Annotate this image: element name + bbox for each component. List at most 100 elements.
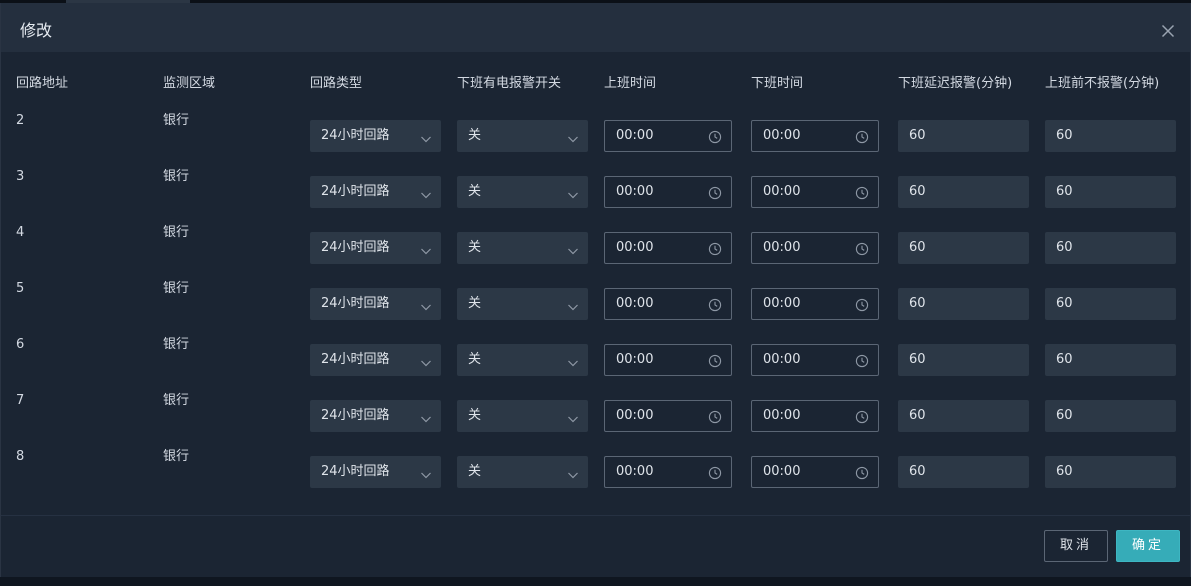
alarm-switch-select[interactable]: 关 (457, 288, 588, 320)
work-end-time-input[interactable]: 00:00 (751, 288, 879, 320)
clock-icon (855, 297, 869, 312)
work-end-time-input[interactable]: 00:00 (751, 120, 879, 152)
monitor-area: 银行 (163, 281, 190, 296)
work-start-time-input[interactable]: 00:00 (604, 456, 732, 488)
confirm-button[interactable]: 确定 (1116, 530, 1180, 562)
work-start-time-input[interactable]: 00:00 (604, 344, 732, 376)
work-start-time-value: 00:00 (616, 296, 654, 311)
loop-type-select[interactable]: 24小时回路 (310, 344, 441, 376)
work-start-time-input[interactable]: 00:00 (604, 120, 732, 152)
no-alarm-before-value: 60 (1056, 128, 1073, 143)
no-alarm-before-input[interactable]: 60 (1045, 456, 1176, 488)
no-alarm-before-input[interactable]: 60 (1045, 344, 1176, 376)
work-end-time-input[interactable]: 00:00 (751, 400, 879, 432)
loop-type-select[interactable]: 24小时回路 (310, 400, 441, 432)
loop-address: 5 (16, 281, 25, 296)
work-end-time-value: 00:00 (763, 408, 801, 423)
table-row: 4 银行 24小时回路 关 00:00 00:00 60 60 (1, 223, 1190, 264)
clock-icon (855, 409, 869, 424)
loop-type-value: 24小时回路 (321, 408, 390, 423)
no-alarm-before-value: 60 (1056, 408, 1073, 423)
alarm-switch-select[interactable]: 关 (457, 120, 588, 152)
no-alarm-before-input[interactable]: 60 (1045, 288, 1176, 320)
work-end-time-input[interactable]: 00:00 (751, 232, 879, 264)
delay-alarm-input[interactable]: 60 (898, 456, 1029, 488)
delay-alarm-input[interactable]: 60 (898, 344, 1029, 376)
work-start-time-input[interactable]: 00:00 (604, 288, 732, 320)
alarm-switch-select[interactable]: 关 (457, 344, 588, 376)
monitor-area: 银行 (163, 169, 190, 184)
loop-type-value: 24小时回路 (321, 464, 390, 479)
no-alarm-before-input[interactable]: 60 (1045, 176, 1176, 208)
alarm-switch-select[interactable]: 关 (457, 232, 588, 264)
loop-type-select[interactable]: 24小时回路 (310, 176, 441, 208)
clock-icon (855, 185, 869, 200)
table-row: 7 银行 24小时回路 关 00:00 00:00 60 60 (1, 391, 1190, 432)
delay-alarm-input[interactable]: 60 (898, 232, 1029, 264)
chevron-down-icon (567, 242, 579, 255)
chevron-down-icon (420, 354, 432, 367)
no-alarm-before-value: 60 (1056, 352, 1073, 367)
work-end-time-value: 00:00 (763, 128, 801, 143)
close-button[interactable] (1156, 19, 1180, 43)
chevron-down-icon (567, 410, 579, 423)
alarm-switch-value: 关 (468, 128, 482, 143)
work-start-time-value: 00:00 (616, 184, 654, 199)
loop-type-select[interactable]: 24小时回路 (310, 232, 441, 264)
work-end-time-input[interactable]: 00:00 (751, 456, 879, 488)
monitor-area: 银行 (163, 449, 190, 464)
cancel-button[interactable]: 取消 (1044, 530, 1108, 562)
loop-type-value: 24小时回路 (321, 296, 390, 311)
work-end-time-value: 00:00 (763, 296, 801, 311)
work-end-time-value: 00:00 (763, 240, 801, 255)
alarm-switch-select[interactable]: 关 (457, 400, 588, 432)
column-header-address: 回路地址 (16, 76, 69, 91)
column-header-work-end: 下班时间 (751, 76, 804, 91)
no-alarm-before-input[interactable]: 60 (1045, 232, 1176, 264)
work-start-time-input[interactable]: 00:00 (604, 400, 732, 432)
alarm-switch-value: 关 (468, 184, 482, 199)
chevron-down-icon (420, 130, 432, 143)
work-start-time-input[interactable]: 00:00 (604, 232, 732, 264)
alarm-switch-select[interactable]: 关 (457, 456, 588, 488)
no-alarm-before-input[interactable]: 60 (1045, 120, 1176, 152)
no-alarm-before-value: 60 (1056, 184, 1073, 199)
work-end-time-value: 00:00 (763, 184, 801, 199)
loop-address: 2 (16, 113, 25, 128)
chevron-down-icon (420, 186, 432, 199)
clock-icon (708, 185, 722, 200)
alarm-switch-value: 关 (468, 296, 482, 311)
dialog-title: 修改 (20, 21, 53, 40)
loop-type-select[interactable]: 24小时回路 (310, 288, 441, 320)
monitor-area: 银行 (163, 337, 190, 352)
alarm-switch-select[interactable]: 关 (457, 176, 588, 208)
chevron-down-icon (420, 410, 432, 423)
monitor-area: 银行 (163, 113, 190, 128)
delay-alarm-value: 60 (909, 464, 926, 479)
column-header-delay-alarm: 下班延迟报警(分钟) (898, 76, 1013, 91)
loop-type-select[interactable]: 24小时回路 (310, 456, 441, 488)
clock-icon (708, 353, 722, 368)
edit-dialog: 修改 回路地址 监测区域 回路类型 下班有电报警开关 上班时间 下班时间 下班延迟报警(分钟… (0, 3, 1191, 577)
work-start-time-value: 00:00 (616, 408, 654, 423)
work-start-time-value: 00:00 (616, 240, 654, 255)
work-end-time-value: 00:00 (763, 464, 801, 479)
delay-alarm-value: 60 (909, 240, 926, 255)
footer-divider (1, 515, 1190, 516)
loop-address: 6 (16, 337, 25, 352)
chevron-down-icon (567, 186, 579, 199)
loop-type-select[interactable]: 24小时回路 (310, 120, 441, 152)
loop-address: 8 (16, 449, 25, 464)
delay-alarm-input[interactable]: 60 (898, 400, 1029, 432)
no-alarm-before-input[interactable]: 60 (1045, 400, 1176, 432)
work-start-time-input[interactable]: 00:00 (604, 176, 732, 208)
alarm-switch-value: 关 (468, 408, 482, 423)
work-start-time-value: 00:00 (616, 464, 654, 479)
work-end-time-input[interactable]: 00:00 (751, 176, 879, 208)
delay-alarm-input[interactable]: 60 (898, 120, 1029, 152)
chevron-down-icon (420, 298, 432, 311)
work-end-time-input[interactable]: 00:00 (751, 344, 879, 376)
delay-alarm-input[interactable]: 60 (898, 176, 1029, 208)
delay-alarm-input[interactable]: 60 (898, 288, 1029, 320)
no-alarm-before-value: 60 (1056, 296, 1073, 311)
